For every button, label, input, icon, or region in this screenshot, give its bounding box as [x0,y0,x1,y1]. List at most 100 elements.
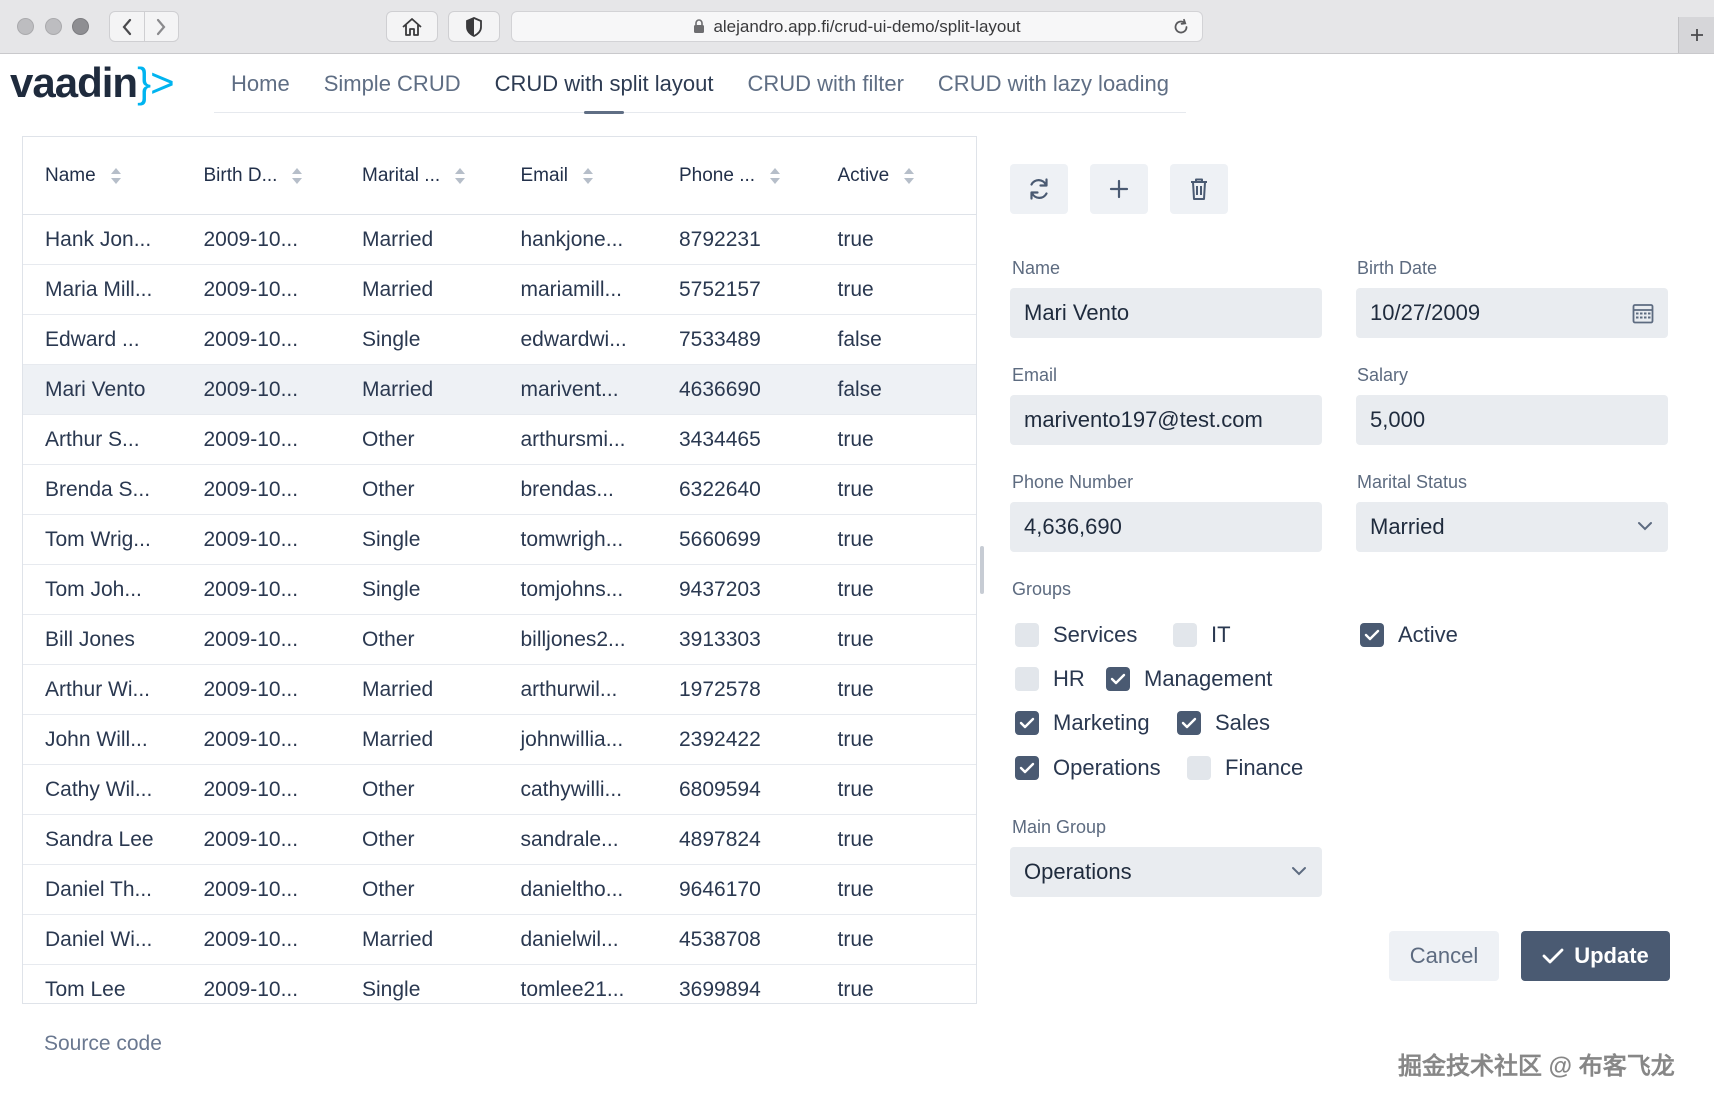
cell-name: Tom Wrig... [45,527,151,551]
column-header-email[interactable]: Email [499,137,658,214]
column-header-label: Birth D... [203,164,278,186]
add-button[interactable] [1090,164,1148,214]
cell-marital-status: Other [362,627,415,651]
name-field[interactable]: Mari Vento [1010,288,1322,338]
column-header-marital-status[interactable]: Marital ... [340,137,499,214]
table-row[interactable]: Daniel Th... 2009-10... Other danieltho... 9… [23,865,976,915]
source-code-link[interactable]: Source code [44,1032,162,1056]
sort-icon[interactable] [291,166,303,186]
group-checkbox-sales[interactable]: Sales [1177,710,1270,736]
delete-button[interactable] [1170,164,1228,214]
birth-date-field[interactable]: 10/27/2009 [1356,288,1668,338]
cell-phone: 5660699 [679,527,761,551]
cell-marital-status: Married [362,227,434,251]
cell-marital-status: Other [362,877,415,901]
cell-marital-status: Married [362,927,434,951]
group-label: Sales [1215,710,1271,735]
table-row[interactable]: Tom Joh... 2009-10... Single tomjohns... 943… [23,565,976,615]
checkbox-box [1015,756,1039,780]
tab-home[interactable]: Home [214,55,307,113]
group-checkbox-operations[interactable]: Operations [1015,755,1161,781]
table-row[interactable]: John Will... 2009-10... Married johnwillia.… [23,715,976,765]
table-row[interactable]: Mari Vento 2009-10... Married marivent... 46… [23,365,976,415]
sort-icon[interactable] [454,166,466,186]
privacy-shield-button[interactable] [448,11,500,42]
cell-phone: 4636690 [679,377,761,401]
splitter-handle[interactable] [980,546,984,594]
calendar-icon[interactable] [1632,302,1654,324]
history-nav [109,11,179,42]
table-row[interactable]: Cathy Wil... 2009-10... Other cathywilli...… [23,765,976,815]
salary-field[interactable]: 5,000 [1356,395,1668,445]
birth-date-value: 10/27/2009 [1370,300,1481,325]
table-row[interactable]: Bill Jones 2009-10... Other billjones2... 39… [23,615,976,665]
group-checkbox-hr[interactable]: HR [1015,666,1085,692]
table-row[interactable]: Sandra Lee 2009-10... Other sandrale... 4897… [23,815,976,865]
sort-icon[interactable] [582,166,594,186]
table-row[interactable]: Arthur Wi... 2009-10... Married arthurwil..… [23,665,976,715]
group-checkbox-finance[interactable]: Finance [1187,755,1303,781]
reload-icon[interactable] [1172,18,1190,41]
plus-icon [1109,179,1129,199]
main-tabs: Home Simple CRUD CRUD with split layout … [214,55,1187,114]
marital-status-select[interactable]: Married [1356,502,1668,552]
address-bar[interactable]: alejandro.app.fi/crud-ui-demo/split-layo… [511,11,1203,42]
table-row[interactable]: Maria Mill... 2009-10... Married mariamill.… [23,265,976,315]
chevron-down-icon [1290,865,1308,877]
forward-button[interactable] [145,12,179,41]
browser-chrome: alejandro.app.fi/crud-ui-demo/split-layo… [0,0,1714,54]
cancel-button[interactable]: Cancel [1389,931,1499,981]
table-row[interactable]: Hank Jon... 2009-10... Married hankjone... 8… [23,215,976,265]
active-label: Active [1398,622,1458,647]
groups-label: Groups [1012,579,1072,599]
cell-active: true [837,727,874,751]
active-checkbox[interactable]: Active [1360,622,1458,648]
cell-phone: 3699894 [679,977,761,1001]
email-field[interactable]: marivento197@test.com [1010,395,1322,445]
cell-birth-date: 2009-10... [203,677,299,701]
main-group-value: Operations [1024,859,1132,884]
column-header-birth-date[interactable]: Birth D... [182,137,341,214]
group-checkbox-marketing[interactable]: Marketing [1015,710,1150,736]
grid-header: Name Birth D... Marital ... Email Phone ... A… [23,137,976,215]
refresh-button[interactable] [1010,164,1068,214]
group-checkbox-it[interactable]: IT [1173,622,1231,648]
cell-active: true [837,927,874,951]
close-window-button[interactable] [17,18,34,35]
new-tab-button[interactable] [1678,17,1714,53]
cell-birth-date: 2009-10... [203,527,299,551]
cell-marital-status: Other [362,777,415,801]
back-button[interactable] [110,12,145,41]
name-label: Name [1012,258,1061,278]
checkmark-icon [1019,717,1035,729]
tab-simple-crud[interactable]: Simple CRUD [307,55,478,113]
column-header-name[interactable]: Name [23,137,182,214]
table-row[interactable]: Daniel Wi... 2009-10... Married danielwil..… [23,915,976,965]
cell-active: true [837,677,874,701]
sort-icon[interactable] [769,166,781,186]
group-checkbox-services[interactable]: Services [1015,622,1137,648]
column-header-phone[interactable]: Phone ... [657,137,816,214]
table-row[interactable]: Arthur S... 2009-10... Other arthursmi... 34… [23,415,976,465]
tab-crud-with-filter[interactable]: CRUD with filter [730,55,920,113]
table-row[interactable]: Edward ... 2009-10... Single edwardwi... 753… [23,315,976,365]
sort-icon[interactable] [110,166,122,186]
group-label: IT [1211,622,1231,647]
salary-label: Salary [1357,365,1409,385]
sort-icon[interactable] [903,166,915,186]
column-header-active[interactable]: Active [816,137,975,214]
main-group-select[interactable]: Operations [1010,847,1322,897]
tab-crud-split-layout[interactable]: CRUD with split layout [478,55,731,114]
table-row[interactable]: Tom Lee 2009-10... Single tomlee21... 369989… [23,965,976,1003]
birth-date-label: Birth Date [1357,258,1438,278]
home-button[interactable] [386,11,438,42]
minimize-window-button[interactable] [45,18,62,35]
tab-crud-lazy-loading[interactable]: CRUD with lazy loading [921,55,1186,113]
zoom-window-button[interactable] [72,18,89,35]
update-button[interactable]: Update [1521,931,1670,981]
phone-number-field[interactable]: 4,636,690 [1010,502,1322,552]
cell-name: Arthur Wi... [45,677,151,701]
table-row[interactable]: Brenda S... 2009-10... Other brendas... 6322… [23,465,976,515]
group-checkbox-management[interactable]: Management [1106,666,1272,692]
table-row[interactable]: Tom Wrig... 2009-10... Single tomwrigh... 56… [23,515,976,565]
